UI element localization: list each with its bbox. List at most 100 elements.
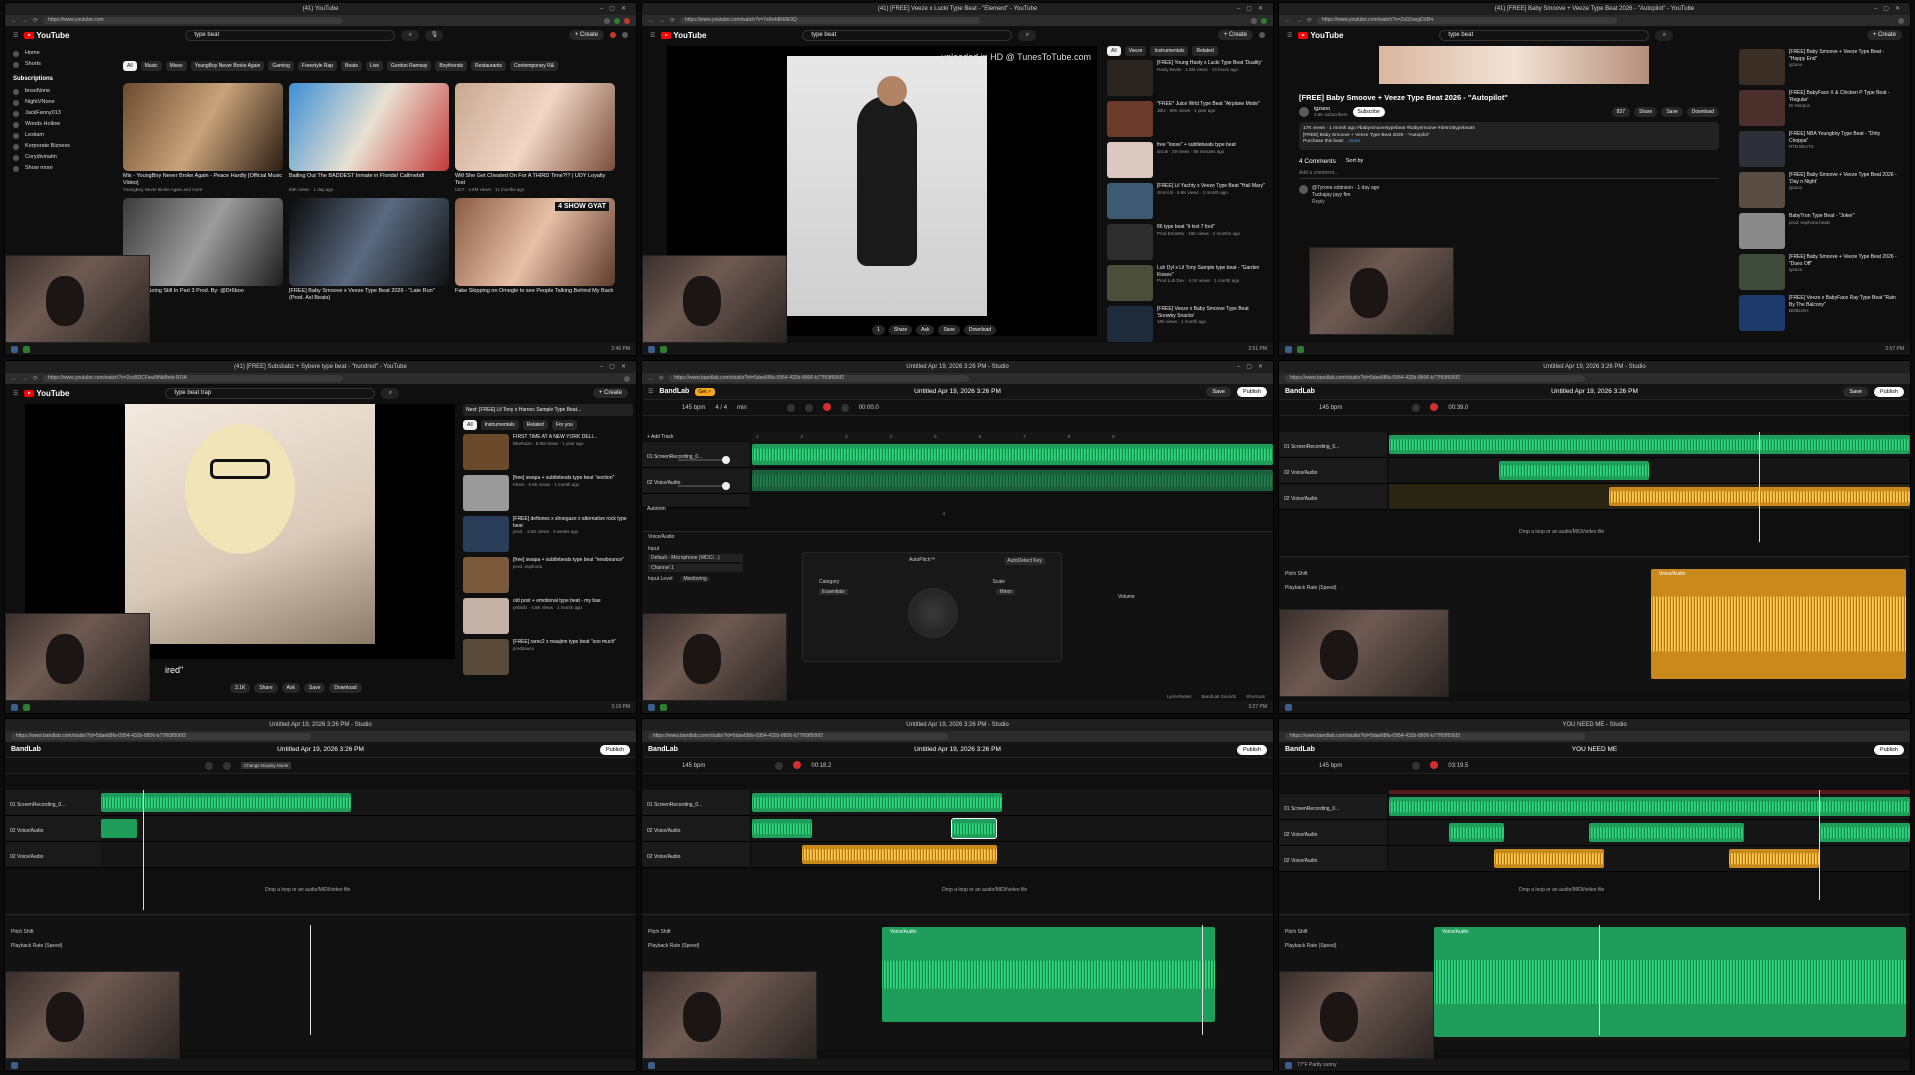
search-icon[interactable]: ⌕	[401, 29, 420, 41]
channel-select[interactable]: Channel 1	[648, 564, 743, 572]
audio-clip[interactable]	[802, 845, 997, 864]
playhead[interactable]	[143, 790, 144, 910]
url-input[interactable]: https://www.youtube.com/watch?v=Zs0ZoegD…	[1317, 17, 1618, 24]
bandlab-sounds-button[interactable]: BandLab Sounds	[1201, 692, 1236, 701]
chip[interactable]: All	[463, 420, 477, 430]
windows-start-icon[interactable]	[648, 345, 655, 353]
recommendation-item[interactable]: [FREE] Young Hasty x Lucki Type Beat 'Du…	[1107, 60, 1267, 99]
chip[interactable]: Gordon Ramsay	[387, 61, 432, 71]
track-header[interactable]: 01 ScreenRecording_0...	[1279, 794, 1387, 820]
chip[interactable]: All	[1107, 46, 1121, 56]
search-icon[interactable]: ⌕	[381, 387, 400, 399]
chip[interactable]: Instrumentals	[480, 420, 519, 430]
bandlab-logo[interactable]: BandLab	[659, 388, 689, 395]
chip[interactable]: Mixes	[165, 61, 187, 71]
rec-title[interactable]: [FREE] deftones x shoegaze x alternative…	[513, 516, 633, 529]
rec-thumbnail[interactable]	[1107, 306, 1153, 342]
rec-title[interactable]: [FREE] Baby Smoove + Veeze Type Beat 202…	[1789, 254, 1899, 267]
like-button[interactable]: 1	[872, 325, 885, 335]
recommendation-item[interactable]: [FREE] Veeze x BabyFace Ray Type Beat "R…	[1739, 295, 1899, 334]
channel-avatar[interactable]	[1299, 106, 1309, 117]
forward-icon[interactable]: →	[1296, 18, 1302, 24]
rec-title[interactable]: [free] swapa + subtlebeats type beat "se…	[513, 475, 614, 482]
volume-fader[interactable]	[678, 456, 730, 464]
project-title[interactable]: Untitled Apr 19, 2026 3:26 PM	[914, 388, 1001, 395]
project-title[interactable]: Untitled Apr 19, 2026 3:26 PM	[914, 746, 1001, 753]
reload-icon[interactable]: ⟳	[33, 375, 38, 382]
windows-start-icon[interactable]	[11, 703, 18, 711]
rec-thumbnail[interactable]	[1107, 60, 1153, 96]
record-icon[interactable]	[822, 402, 831, 411]
recommendation-item[interactable]: [FREE] deftones x shoegaze x alternative…	[463, 516, 633, 555]
project-title[interactable]: YOU NEED ME	[1572, 746, 1618, 753]
video-thumbnail[interactable]	[289, 198, 449, 286]
bpm-field[interactable]: 145 bpm	[1319, 405, 1342, 411]
tab-title[interactable]: (41) YouTube	[303, 6, 339, 12]
track-lane[interactable]	[101, 842, 636, 868]
sidebar-item-shorts[interactable]: Shorts	[13, 59, 87, 70]
rec-title[interactable]: [FREE] BabyFace X & Chicken P Type Beat …	[1789, 90, 1899, 103]
ask-button[interactable]: Ask	[916, 325, 935, 335]
bpm-field[interactable]: 145 bpm	[682, 405, 705, 411]
publish-button[interactable]: Publish	[1873, 744, 1904, 755]
selected-audio-clip[interactable]: Voice/Audio	[1651, 569, 1906, 679]
app-icon[interactable]	[23, 345, 30, 353]
chip[interactable]: For you	[551, 420, 577, 430]
recommendation-item[interactable]: 86 type beat "it lost 7 fool" Prod Ema00x…	[1107, 224, 1267, 263]
recommendation-item[interactable]: old post + emotional type beat - my bae p…	[463, 598, 633, 637]
app-icon[interactable]	[660, 703, 667, 711]
pause-icon[interactable]	[205, 761, 213, 770]
video-title[interactable]: Will She Get Cheated On For A THIRD Time…	[455, 173, 615, 187]
record-icon[interactable]	[1430, 760, 1439, 769]
playhead[interactable]	[1819, 790, 1820, 900]
reload-icon[interactable]: ⟳	[1307, 17, 1312, 24]
drop-zone-text[interactable]: Drop a loop or an audio/MIDI/video file	[1519, 887, 1604, 893]
track-header[interactable]: 02 Voice/Audio	[642, 468, 750, 494]
audio-clip[interactable]	[1449, 823, 1504, 842]
key-field[interactable]: min	[737, 405, 747, 411]
category-select[interactable]: Essentials	[819, 589, 848, 595]
autodetect-key-button[interactable]: AutoDetect Key	[1004, 557, 1045, 565]
recommendation-item[interactable]: [FREE] Baby Smoove + Veeze Type Beat 202…	[1739, 172, 1899, 211]
track-header[interactable]: 02 Voice/Audio	[1279, 484, 1387, 510]
drop-zone-text[interactable]: Drop a loop or an audio/MIDI/video file	[265, 887, 350, 893]
recommendation-item[interactable]: FIRST TIME AT A NEW YORK DELI... Bluehaze…	[463, 434, 633, 473]
create-button[interactable]: + Create	[592, 388, 628, 398]
subscription-item[interactable]: NightVNone	[13, 97, 87, 108]
video-thumbnail[interactable]	[123, 83, 283, 171]
tab-title[interactable]: (41) [FREE] Baby Smoove + Veeze Type Bea…	[1495, 6, 1695, 12]
audio-clip[interactable]	[1499, 461, 1649, 480]
volume-fader[interactable]	[678, 482, 730, 490]
record-icon[interactable]	[793, 760, 802, 769]
forward-icon[interactable]: →	[659, 18, 665, 24]
rec-title[interactable]: [free] swapa + subtlebeats type beat "ne…	[513, 557, 624, 564]
sidebar-item-home[interactable]: Home	[13, 48, 87, 59]
weather-widget[interactable]: 77°F Partly sunny	[1297, 1062, 1337, 1068]
project-title[interactable]: Untitled Apr 19, 2026 3:26 PM	[277, 746, 364, 753]
audio-clip[interactable]	[1389, 797, 1910, 816]
subscription-item[interactable]: JackFanny013	[13, 108, 87, 119]
video-card[interactable]: 4 SHOW GYAT Fake Skipping on Omegle to s…	[455, 198, 615, 302]
recommendation-item[interactable]: [FREE] Lil Yachty x Veeze Type Beat "Hai…	[1107, 183, 1267, 222]
menu-icon[interactable]: ☰	[13, 32, 18, 39]
pause-icon[interactable]	[1412, 761, 1421, 770]
download-button[interactable]: Download	[1686, 106, 1719, 117]
publish-button[interactable]: Publish	[599, 744, 630, 755]
track-header[interactable]: 02 Voice/Audio	[642, 842, 750, 868]
editor-playhead[interactable]	[1202, 925, 1203, 1035]
window-controls[interactable]: –▢✕	[600, 363, 632, 370]
track-header[interactable]: 02 Voice/Audio	[5, 816, 113, 842]
selected-audio-clip[interactable]	[951, 818, 997, 839]
rec-title[interactable]: FIRST TIME AT A NEW YORK DELI...	[513, 434, 597, 441]
sort-button[interactable]: Sort by	[1346, 158, 1363, 165]
like-button[interactable]: 837	[1611, 106, 1630, 117]
create-button[interactable]: + Create	[1866, 30, 1902, 40]
pause-icon[interactable]	[1412, 403, 1421, 412]
back-icon[interactable]: ←	[11, 376, 17, 382]
extension-icon[interactable]	[624, 17, 630, 24]
rec-thumbnail[interactable]	[463, 598, 509, 634]
rec-thumbnail[interactable]	[1107, 101, 1153, 137]
tab-title[interactable]: Untitled Apr 19, 2026 3:26 PM - Studio	[269, 722, 371, 728]
rec-title[interactable]: [FREE] Veeze x Baby Smoove Type Beat 'Sn…	[1157, 306, 1267, 319]
rec-title[interactable]: *FREE* Juice Wrld Type Beat "Airplane Mo…	[1157, 101, 1260, 108]
